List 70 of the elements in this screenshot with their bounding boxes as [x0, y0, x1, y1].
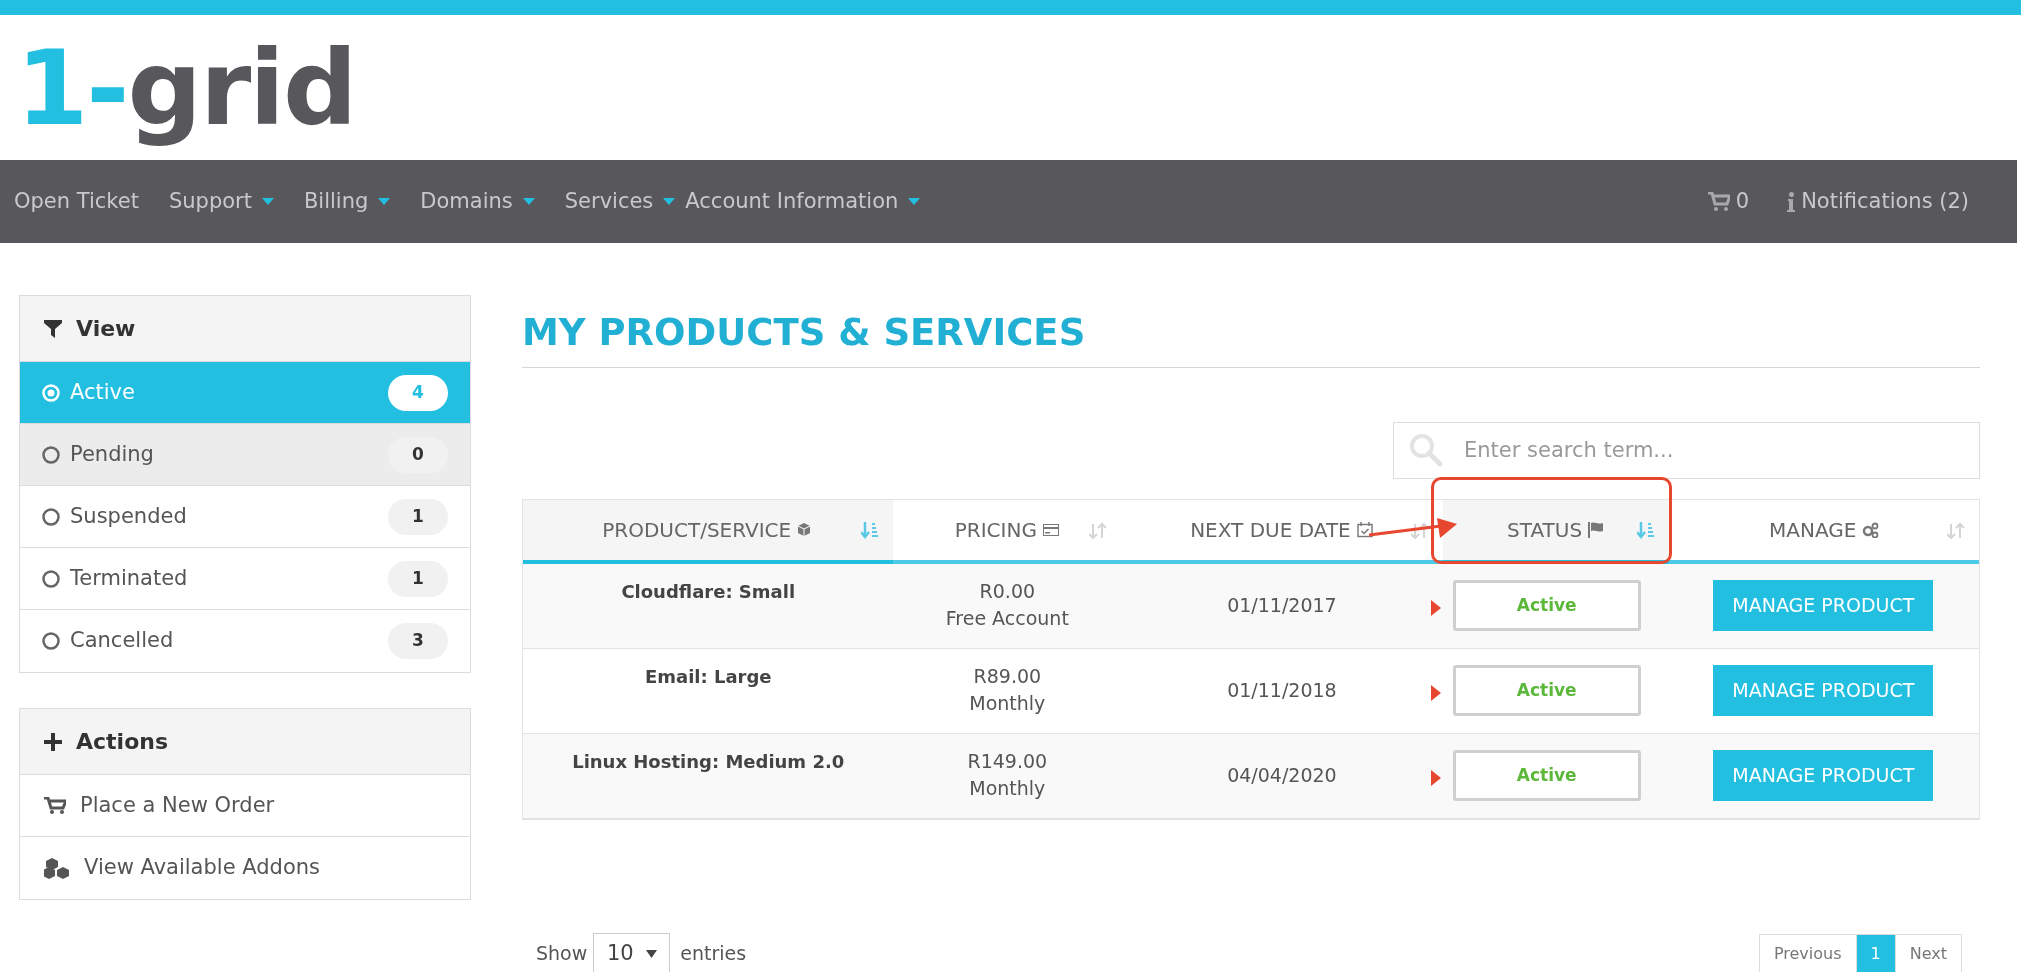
sort-ascending-icon — [1637, 521, 1656, 540]
sort-icon — [1947, 521, 1965, 540]
page-title: MY PRODUCTS & SERVICES — [522, 310, 1087, 356]
column-header[interactable]: PRODUCT/SERVICE — [523, 499, 894, 564]
nav-link[interactable]: Open Ticket — [14, 185, 139, 218]
sort-ascending-icon — [861, 521, 880, 540]
caret-icon — [908, 198, 921, 205]
due-date: 01/11/2018 — [1227, 678, 1337, 704]
gears-icon — [1862, 521, 1880, 538]
count-badge: 4 — [388, 374, 448, 411]
price-text: R89.00 — [973, 663, 1042, 689]
price-text: R0.00 — [979, 578, 1036, 604]
filter-icon — [44, 319, 62, 338]
show-label: Show — [536, 941, 588, 967]
sort-icon — [1089, 521, 1108, 540]
count-badge: 0 — [388, 436, 448, 473]
cubes-icon — [44, 857, 70, 879]
notifications-link[interactable]: Notifications (2) — [1787, 185, 1969, 218]
nav-link[interactable]: Domains — [420, 185, 535, 218]
status-label: Active — [1452, 665, 1641, 716]
cart-link[interactable]: 0 — [1707, 185, 1750, 218]
nav-link[interactable]: Support — [168, 185, 274, 218]
search-icon — [1409, 432, 1443, 467]
flag-icon — [1588, 521, 1606, 538]
page-size-select[interactable]: 10 — [593, 932, 671, 972]
nav-link[interactable]: Account Information — [685, 185, 921, 218]
price-text: R149.00 — [967, 748, 1048, 774]
billing-cycle: Monthly — [969, 690, 1046, 716]
action-link[interactable]: Place a New Order — [20, 775, 470, 837]
column-header[interactable]: STATUS — [1442, 499, 1670, 564]
radio-icon — [42, 507, 60, 526]
pagination-link[interactable]: Next — [1894, 933, 1962, 972]
panel-title: Actions — [76, 728, 168, 756]
sort-icon — [1410, 521, 1429, 540]
radio-selected-icon — [42, 383, 60, 402]
caret-icon — [378, 198, 391, 205]
caret-icon — [261, 198, 274, 205]
info-icon — [1787, 191, 1796, 212]
caret-icon — [522, 198, 535, 205]
due-date: 04/04/2020 — [1227, 763, 1337, 789]
filter-item[interactable]: Pending 0 — [20, 424, 470, 486]
caret-icon — [645, 949, 657, 958]
logo: 1-grid — [16, 26, 356, 149]
cart-icon — [44, 796, 66, 815]
billing-cycle: Free Account — [945, 605, 1069, 631]
product-name: Cloudflare: Small — [621, 579, 796, 604]
status-label: Active — [1452, 580, 1641, 631]
radio-icon — [42, 445, 60, 464]
radio-icon — [42, 569, 60, 588]
nav-link[interactable]: Services — [564, 185, 676, 218]
caret-icon — [663, 198, 676, 205]
product-name: Linux Hosting: Medium 2.0 — [572, 749, 845, 774]
status-label: Active — [1452, 750, 1641, 801]
calendar-check-icon — [1356, 521, 1374, 538]
count-badge: 3 — [388, 623, 448, 659]
plus-icon — [44, 732, 62, 751]
cart-icon — [1707, 191, 1730, 212]
count-badge: 1 — [388, 498, 448, 535]
credit-card-icon — [1042, 521, 1060, 538]
search-field[interactable]: Enter search term... — [1393, 421, 1980, 479]
count-badge: 1 — [388, 560, 448, 597]
panel-title: View — [76, 315, 136, 343]
radio-icon — [42, 632, 60, 650]
nav-link[interactable]: Billing — [303, 185, 391, 218]
due-date: 01/11/2017 — [1227, 593, 1337, 619]
pagination-link[interactable]: Previous — [1758, 933, 1857, 972]
action-link[interactable]: View Available Addons — [20, 837, 470, 899]
product-name: Email: Large — [644, 664, 772, 689]
entries-label: entries — [680, 941, 747, 967]
billing-cycle: Monthly — [969, 775, 1046, 801]
